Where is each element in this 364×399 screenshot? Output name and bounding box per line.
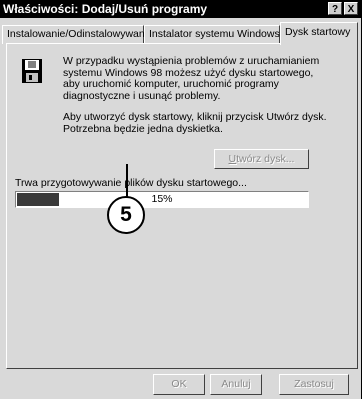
startup-disk-panel: W przypadku wystąpienia problemów z uruc… bbox=[6, 43, 358, 369]
progress-label: 15% bbox=[151, 193, 173, 205]
window-title: Właściwości: Dodaj/Usuń programy bbox=[3, 2, 208, 16]
properties-dialog: Właściwości: Dodaj/Usuń programy ? X Ins… bbox=[0, 0, 362, 399]
create-disk-button-mnemonic: U bbox=[228, 153, 237, 165]
startup-disk-description: W przypadku wystąpienia problemów z uruc… bbox=[63, 55, 320, 102]
cancel-button[interactable]: Anuluj bbox=[210, 374, 262, 395]
tab-startup-disk[interactable]: Dysk startowy bbox=[280, 22, 358, 45]
close-button[interactable]: X bbox=[344, 2, 358, 15]
callout-number-badge: 5 bbox=[107, 196, 145, 234]
callout-pointer-line bbox=[126, 164, 128, 198]
create-disk-button[interactable]: Utwórz dysk... bbox=[214, 149, 309, 169]
progress-bar: 15% bbox=[15, 191, 309, 208]
ok-button[interactable]: OK bbox=[153, 374, 205, 395]
tab-install-uninstall[interactable]: Instalowanie/Odinstalowywanie bbox=[2, 25, 153, 44]
apply-button[interactable]: Zastosuj bbox=[279, 374, 349, 395]
title-bar[interactable]: Właściwości: Dodaj/Usuń programy ? X bbox=[0, 0, 361, 18]
help-button[interactable]: ? bbox=[328, 2, 342, 15]
status-text: Trwa przygotowywanie plików dysku starto… bbox=[15, 177, 247, 189]
tab-windows-setup[interactable]: Instalator systemu Windows bbox=[144, 25, 280, 44]
create-disk-button-label: twórz dysk... bbox=[236, 153, 295, 165]
tab-strip: Instalowanie/Odinstalowywanie Instalator… bbox=[0, 22, 362, 45]
floppy-disk-icon bbox=[22, 59, 42, 83]
create-disk-instructions: Aby utworzyć dysk startowy, kliknij przy… bbox=[63, 111, 327, 135]
